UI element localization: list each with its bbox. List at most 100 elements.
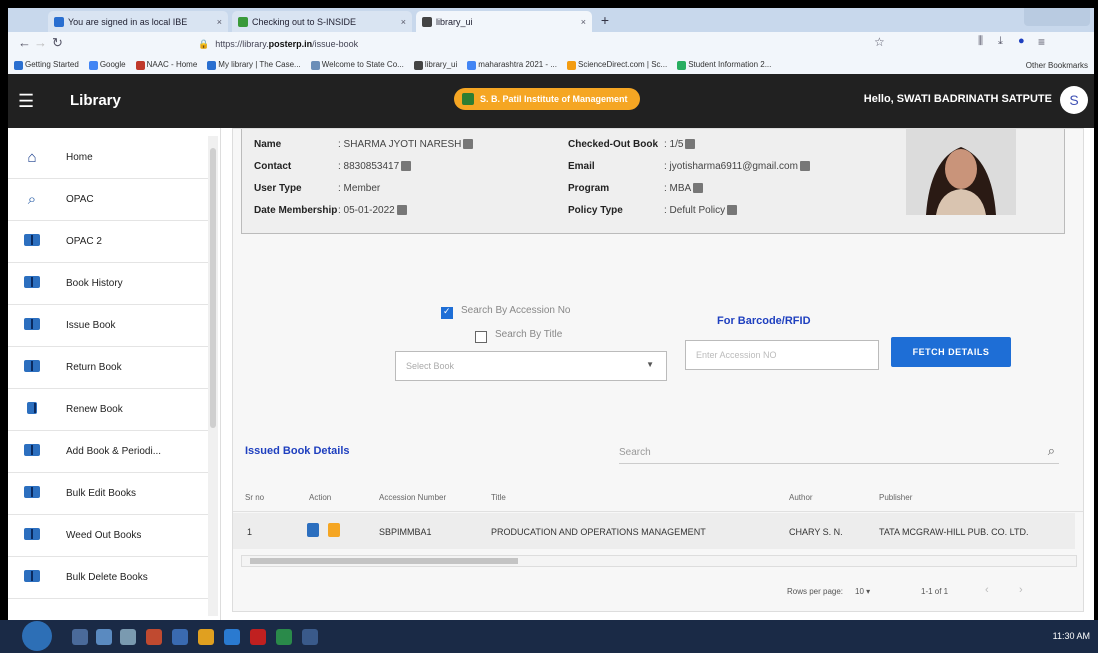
taskbar-app-icon[interactable] — [276, 629, 292, 645]
taskbar-app-icon[interactable] — [172, 629, 188, 645]
prev-page-icon[interactable]: ‹ — [985, 584, 989, 596]
url-host: posterp.in — [268, 39, 313, 49]
bookmark-item[interactable]: maharashtra 2021 - ... — [467, 60, 557, 70]
search-icon[interactable]: ⌕ — [1048, 443, 1055, 459]
sidebar-scrollbar-thumb[interactable] — [210, 148, 216, 428]
table-scrollbar-thumb[interactable] — [250, 558, 518, 564]
bookmark-star-icon[interactable]: ☆ — [874, 35, 885, 49]
browser-tab[interactable]: Checking out to S-INSIDE × — [232, 11, 412, 32]
close-icon[interactable]: × — [575, 17, 586, 27]
taskbar-app-icon[interactable] — [72, 629, 88, 645]
table-row[interactable]: 1 SBPIMMBA1 PRODUCATION AND OPERATIONS M… — [233, 513, 1075, 549]
email-label: Email — [568, 161, 595, 172]
edit-icon[interactable] — [799, 161, 810, 172]
system-clock: 11:30 AM — [1052, 631, 1090, 641]
menu-icon[interactable]: ≡ — [1038, 35, 1045, 49]
tab-favicon-icon — [238, 16, 248, 27]
rows-per-page-select[interactable]: 10 ▾ — [855, 587, 870, 596]
column-header[interactable]: Sr no — [245, 493, 264, 502]
sidebar-item-bulk-delete-books[interactable]: Bulk Delete Books — [8, 556, 208, 599]
taskbar-app-icon[interactable] — [120, 629, 136, 645]
sidebar-item-opac[interactable]: ⌕ OPAC — [8, 178, 208, 221]
fetch-details-button[interactable]: FETCH DETAILS — [891, 337, 1011, 367]
sidebar-item-label: Renew Book — [66, 403, 123, 415]
sidebar-item-renew-book[interactable]: Renew Book — [8, 388, 208, 431]
column-header[interactable]: Publisher — [879, 493, 912, 502]
bookmark-item[interactable]: NAAC - Home — [135, 60, 197, 70]
name-value: : SHARMA JYOTI NARESH — [338, 139, 474, 150]
book-icon — [20, 443, 44, 460]
member-photo — [906, 129, 1016, 215]
bookmark-item[interactable]: My library | The Case... — [207, 60, 301, 70]
bookmark-favicon-icon — [310, 60, 320, 70]
sidebar-item-issue-book[interactable]: Issue Book — [8, 304, 208, 347]
close-icon[interactable]: × — [211, 17, 222, 27]
taskbar-app-icon[interactable] — [96, 629, 112, 645]
table-horizontal-scrollbar[interactable] — [241, 555, 1077, 567]
taskbar-app-icon[interactable] — [250, 629, 266, 645]
app-header: ☰ Library S. B. Patil Institute of Manag… — [8, 74, 1094, 128]
sidebar-item-add-book[interactable]: Add Book & Periodi... — [8, 430, 208, 473]
bookmark-item[interactable]: Google — [88, 60, 126, 70]
title-checkbox[interactable] — [475, 331, 487, 343]
policy-value: : Defult Policy — [664, 205, 738, 216]
sidebar-item-home[interactable]: ⌂ Home — [8, 136, 208, 179]
renew-book-icon[interactable] — [327, 523, 340, 537]
sidebar-item-return-book[interactable]: Return Book — [8, 346, 208, 389]
window-controls[interactable] — [1024, 8, 1090, 26]
other-bookmarks[interactable]: Other Bookmarks — [1026, 61, 1088, 70]
institute-logo-icon — [462, 93, 474, 105]
edit-icon[interactable] — [685, 139, 696, 150]
bookmark-item[interactable]: Welcome to State Co... — [310, 60, 404, 70]
column-header[interactable]: Author — [789, 493, 813, 502]
return-book-icon[interactable] — [307, 523, 319, 537]
taskbar-app-icon[interactable] — [302, 629, 318, 645]
bookmark-item[interactable]: ScienceDirect.com | Sc... — [567, 60, 667, 70]
sidebar-item-bulk-edit-books[interactable]: Bulk Edit Books — [8, 472, 208, 515]
edit-icon[interactable] — [401, 161, 412, 172]
sidebar-item-book-history[interactable]: Book History — [8, 262, 208, 305]
taskbar-app-icon[interactable] — [146, 629, 162, 645]
browser-tab[interactable]: You are signed in as local IBE × — [48, 11, 228, 32]
sidebar-item-label: Bulk Delete Books — [66, 571, 148, 583]
column-header[interactable]: Title — [491, 493, 506, 502]
sidebar-item-weed-out-books[interactable]: Weed Out Books — [8, 514, 208, 557]
lock-icon: 🔒 — [198, 38, 210, 49]
bookmark-item[interactable]: Student Information 2... — [677, 60, 771, 70]
next-page-icon[interactable]: › — [1019, 584, 1023, 596]
accession-number-input[interactable]: Enter Accession NO — [685, 340, 879, 370]
sidebar-item-opac-2[interactable]: OPAC 2 — [8, 220, 208, 263]
name-label: Name — [254, 139, 282, 150]
edit-icon[interactable] — [727, 205, 738, 216]
title-checkbox-label: Search By Title — [495, 329, 563, 340]
browser-tab-bar: You are signed in as local IBE × Checkin… — [8, 8, 1094, 32]
edit-icon[interactable] — [463, 139, 474, 150]
sidebar-scrollbar[interactable] — [208, 136, 218, 616]
new-tab-icon[interactable]: + — [596, 11, 614, 29]
accession-checkbox[interactable] — [441, 306, 453, 319]
tab-label: Checking out to S-INSIDE — [252, 16, 357, 27]
taskbar-app-icon[interactable] — [224, 629, 240, 645]
reload-icon[interactable]: ↻ — [52, 35, 63, 51]
account-icon[interactable]: ● — [1018, 35, 1025, 47]
avatar[interactable]: S — [1060, 86, 1088, 114]
bookmark-item[interactable]: library_ui — [413, 60, 457, 70]
url-field[interactable]: 🔒 https://library. posterp.in/issue-book — [198, 36, 898, 52]
hamburger-icon[interactable]: ☰ — [18, 91, 34, 112]
issued-search-input[interactable]: Search ⌕ — [619, 441, 1059, 464]
edit-icon[interactable] — [396, 205, 407, 216]
download-icon[interactable]: ⤓ — [998, 35, 1003, 48]
start-button[interactable] — [22, 621, 52, 651]
column-header[interactable]: Accession Number — [379, 493, 446, 502]
library-icon[interactable]: ⫼ — [978, 35, 983, 48]
bookmark-item[interactable]: Getting Started — [14, 60, 79, 70]
forward-icon[interactable]: → — [34, 35, 47, 50]
column-header[interactable]: Action — [309, 493, 331, 502]
close-icon[interactable]: × — [395, 17, 406, 27]
back-icon[interactable]: ← — [18, 35, 31, 50]
chevron-down-icon: ▼ — [646, 360, 654, 369]
taskbar-app-icon[interactable] — [198, 629, 214, 645]
browser-tab-active[interactable]: library_ui × — [416, 11, 592, 32]
select-book-dropdown[interactable]: Select Book ▼ — [395, 351, 667, 381]
edit-icon[interactable] — [693, 183, 704, 194]
